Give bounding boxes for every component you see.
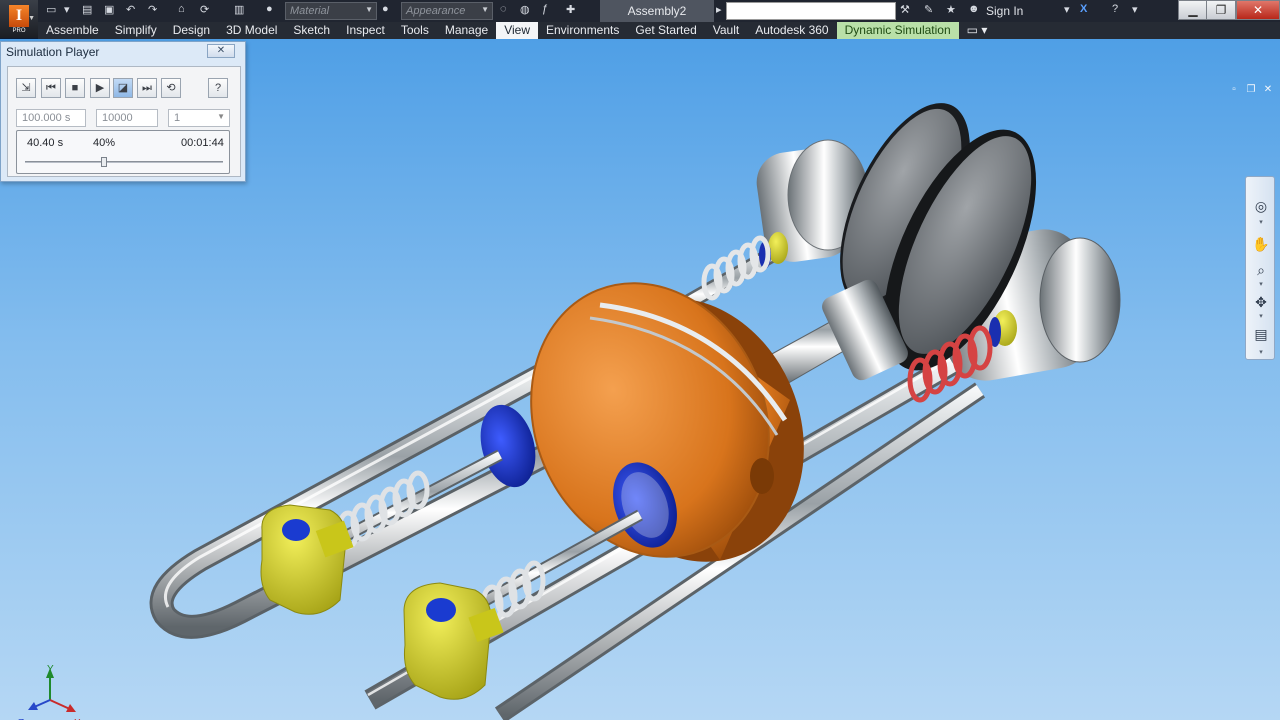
chevron-down-icon[interactable]: ▾ — [1132, 3, 1138, 16]
material-sphere-icon: ● — [266, 3, 273, 15]
edition-label: PRO — [12, 27, 26, 34]
appearance-dropdown[interactable]: Appearance ▼ — [401, 2, 493, 20]
close-window-button[interactable]: ✕ — [1236, 0, 1280, 20]
minimize-viewport-icon[interactable]: ▫ — [1228, 84, 1240, 96]
tab-vault[interactable]: Vault — [705, 22, 747, 39]
select-priority-icon[interactable]: ▥ — [234, 3, 244, 16]
material-dropdown[interactable]: Material ▼ — [285, 2, 377, 20]
document-title: Assembly2 — [600, 0, 714, 22]
tab-view[interactable]: View — [496, 22, 538, 39]
ribbon-tab-bar: Assemble Simplify Design 3D Model Sketch Insp… — [38, 22, 1280, 39]
tab-simplify[interactable]: Simplify — [107, 22, 165, 39]
open-icon[interactable]: ▤ — [82, 3, 92, 16]
close-button[interactable]: ✕ — [207, 44, 235, 58]
sign-in-link[interactable]: Sign In — [986, 4, 1023, 18]
chevron-down-icon[interactable]: ▾ — [1250, 281, 1272, 289]
shoe-upper — [260, 504, 354, 615]
chevron-down-icon: ▼ — [365, 5, 373, 14]
piston — [530, 282, 804, 562]
restore-viewport-icon[interactable]: ❐ — [1245, 84, 1257, 96]
end-icon[interactable]: ⏭ — [137, 78, 157, 98]
chevron-right-icon[interactable]: ▸ — [716, 3, 722, 16]
simulation-player-title: Simulation Player — [6, 45, 100, 59]
time-slider-track[interactable] — [25, 161, 223, 163]
screen-capture-icon[interactable]: ⇲ — [16, 78, 36, 98]
time-slider-thumb[interactable] — [101, 157, 108, 167]
play-icon[interactable]: ▶ — [90, 78, 110, 98]
rewind-icon[interactable]: ⏮ — [41, 78, 61, 98]
chevron-down-icon[interactable]: ▾ — [1250, 313, 1272, 321]
simulation-status: 40.40 s 40% 00:01:44 — [16, 130, 230, 174]
title-bar: I PRO ▼ ▭ ▾ ▤ ▣ ↶ ↷ ⌂ ⟳ ▥ ● Material ▼ ●… — [0, 0, 1280, 38]
tab-dynamic-simulation[interactable]: Dynamic Simulation — [836, 22, 959, 39]
images-field[interactable]: 10000 — [96, 109, 158, 127]
help-icon[interactable]: ? — [1112, 3, 1118, 15]
filter-field[interactable]: 1 ▼ — [168, 109, 230, 127]
material-dropdown-value: Material — [290, 5, 330, 17]
tab-environments[interactable]: Environments — [538, 22, 627, 39]
final-time-field[interactable]: 100.000 s — [16, 109, 86, 127]
tab-autodesk-360[interactable]: Autodesk 360 — [747, 22, 836, 39]
chevron-down-icon: ▼ — [28, 15, 35, 22]
maximize-button[interactable]: ❐ — [1206, 0, 1236, 20]
help-icon[interactable]: ? — [208, 78, 228, 98]
steering-wheel-icon[interactable]: ◎ — [1250, 195, 1272, 217]
update-icon[interactable]: ⟳ — [200, 3, 209, 16]
inventor-logo: I — [9, 4, 29, 27]
tab-inspect[interactable]: Inspect — [338, 22, 393, 39]
tab-assemble[interactable]: Assemble — [38, 22, 107, 39]
clear-appearance-icon[interactable]: ◌ — [500, 3, 507, 15]
redo-icon[interactable]: ↷ — [148, 3, 157, 16]
binoculars-icon[interactable]: ⚒ — [900, 3, 910, 16]
filter-value: 1 — [174, 112, 181, 124]
tab-sketch[interactable]: Sketch — [285, 22, 338, 39]
appearance-sphere-icon: ● — [382, 3, 389, 15]
parameters-icon[interactable]: ƒ — [542, 3, 548, 15]
orbit-icon[interactable]: ✥ — [1250, 291, 1272, 313]
simulation-player-header[interactable]: Simulation Player ✕ — [1, 42, 245, 62]
tab-get-started[interactable]: Get Started — [627, 22, 704, 39]
tab-3d-model[interactable]: 3D Model — [218, 22, 285, 39]
exchange-apps-icon[interactable]: X — [1080, 3, 1087, 15]
progress-percent: 40% — [93, 137, 116, 149]
new-icon[interactable]: ▭ — [46, 3, 56, 16]
triad-y-label: Y — [47, 664, 54, 675]
chevron-down-icon: ▼ — [217, 112, 225, 121]
home-icon[interactable]: ⌂ — [178, 3, 185, 15]
adjust-appearance-icon[interactable]: ◍ — [520, 3, 530, 16]
communication-icon[interactable]: ✎ — [924, 3, 933, 16]
current-time: 40.40 s — [27, 137, 64, 149]
navigation-bar: ◎ ▾ ✋ ⌕ ▾ ✥ ▾ ▤ ▾ — [1245, 176, 1275, 360]
undo-icon[interactable]: ↶ — [126, 3, 135, 16]
tab-manage[interactable]: Manage — [437, 22, 496, 39]
chevron-down-icon[interactable]: ▾ — [1250, 219, 1272, 227]
measure-icon[interactable]: ✚ — [566, 3, 575, 16]
customize-icon[interactable]: ▾ — [1250, 349, 1272, 357]
close-document-icon[interactable]: ✕ — [1262, 84, 1274, 96]
loop-icon[interactable]: ⟲ — [161, 78, 181, 98]
chevron-down-icon[interactable]: ▾ — [1064, 3, 1070, 16]
chevron-down-icon: ▼ — [481, 5, 489, 14]
simulation-player-body: ⇲ ⏮ ■ ▶ ◪ ⏭ ⟲ ? 100.000 s 10000 1 ▼ 40.4… — [7, 66, 241, 177]
application-menu-button[interactable]: I PRO ▼ — [0, 0, 38, 38]
tab-tools[interactable]: Tools — [393, 22, 437, 39]
simulation-player-panel: Simulation Player ✕ ⇲ ⏮ ■ ▶ ◪ ⏭ ⟲ ? 100.… — [0, 41, 246, 182]
elapsed-time: 00:01:44 — [181, 137, 224, 149]
view-triad: Y X Z — [18, 664, 81, 720]
stop-icon[interactable]: ■ — [65, 78, 85, 98]
ribbon-minimize-icon[interactable]: ▭ ▾ — [959, 22, 996, 39]
minimize-button[interactable]: ▁ — [1178, 0, 1208, 20]
record-icon[interactable]: ◪ — [113, 78, 133, 98]
search-input[interactable] — [726, 2, 896, 20]
zoom-icon[interactable]: ⌕ — [1250, 259, 1272, 281]
favorites-star-icon[interactable]: ★ — [946, 3, 956, 16]
tab-design[interactable]: Design — [165, 22, 218, 39]
save-icon[interactable]: ▣ — [104, 3, 114, 16]
appearance-dropdown-value: Appearance — [406, 5, 466, 17]
user-icon: ☻ — [968, 3, 980, 15]
pan-icon[interactable]: ✋ — [1250, 233, 1272, 255]
chevron-down-icon[interactable]: ▾ — [64, 3, 70, 16]
view-face-icon[interactable]: ▤ — [1250, 323, 1272, 345]
